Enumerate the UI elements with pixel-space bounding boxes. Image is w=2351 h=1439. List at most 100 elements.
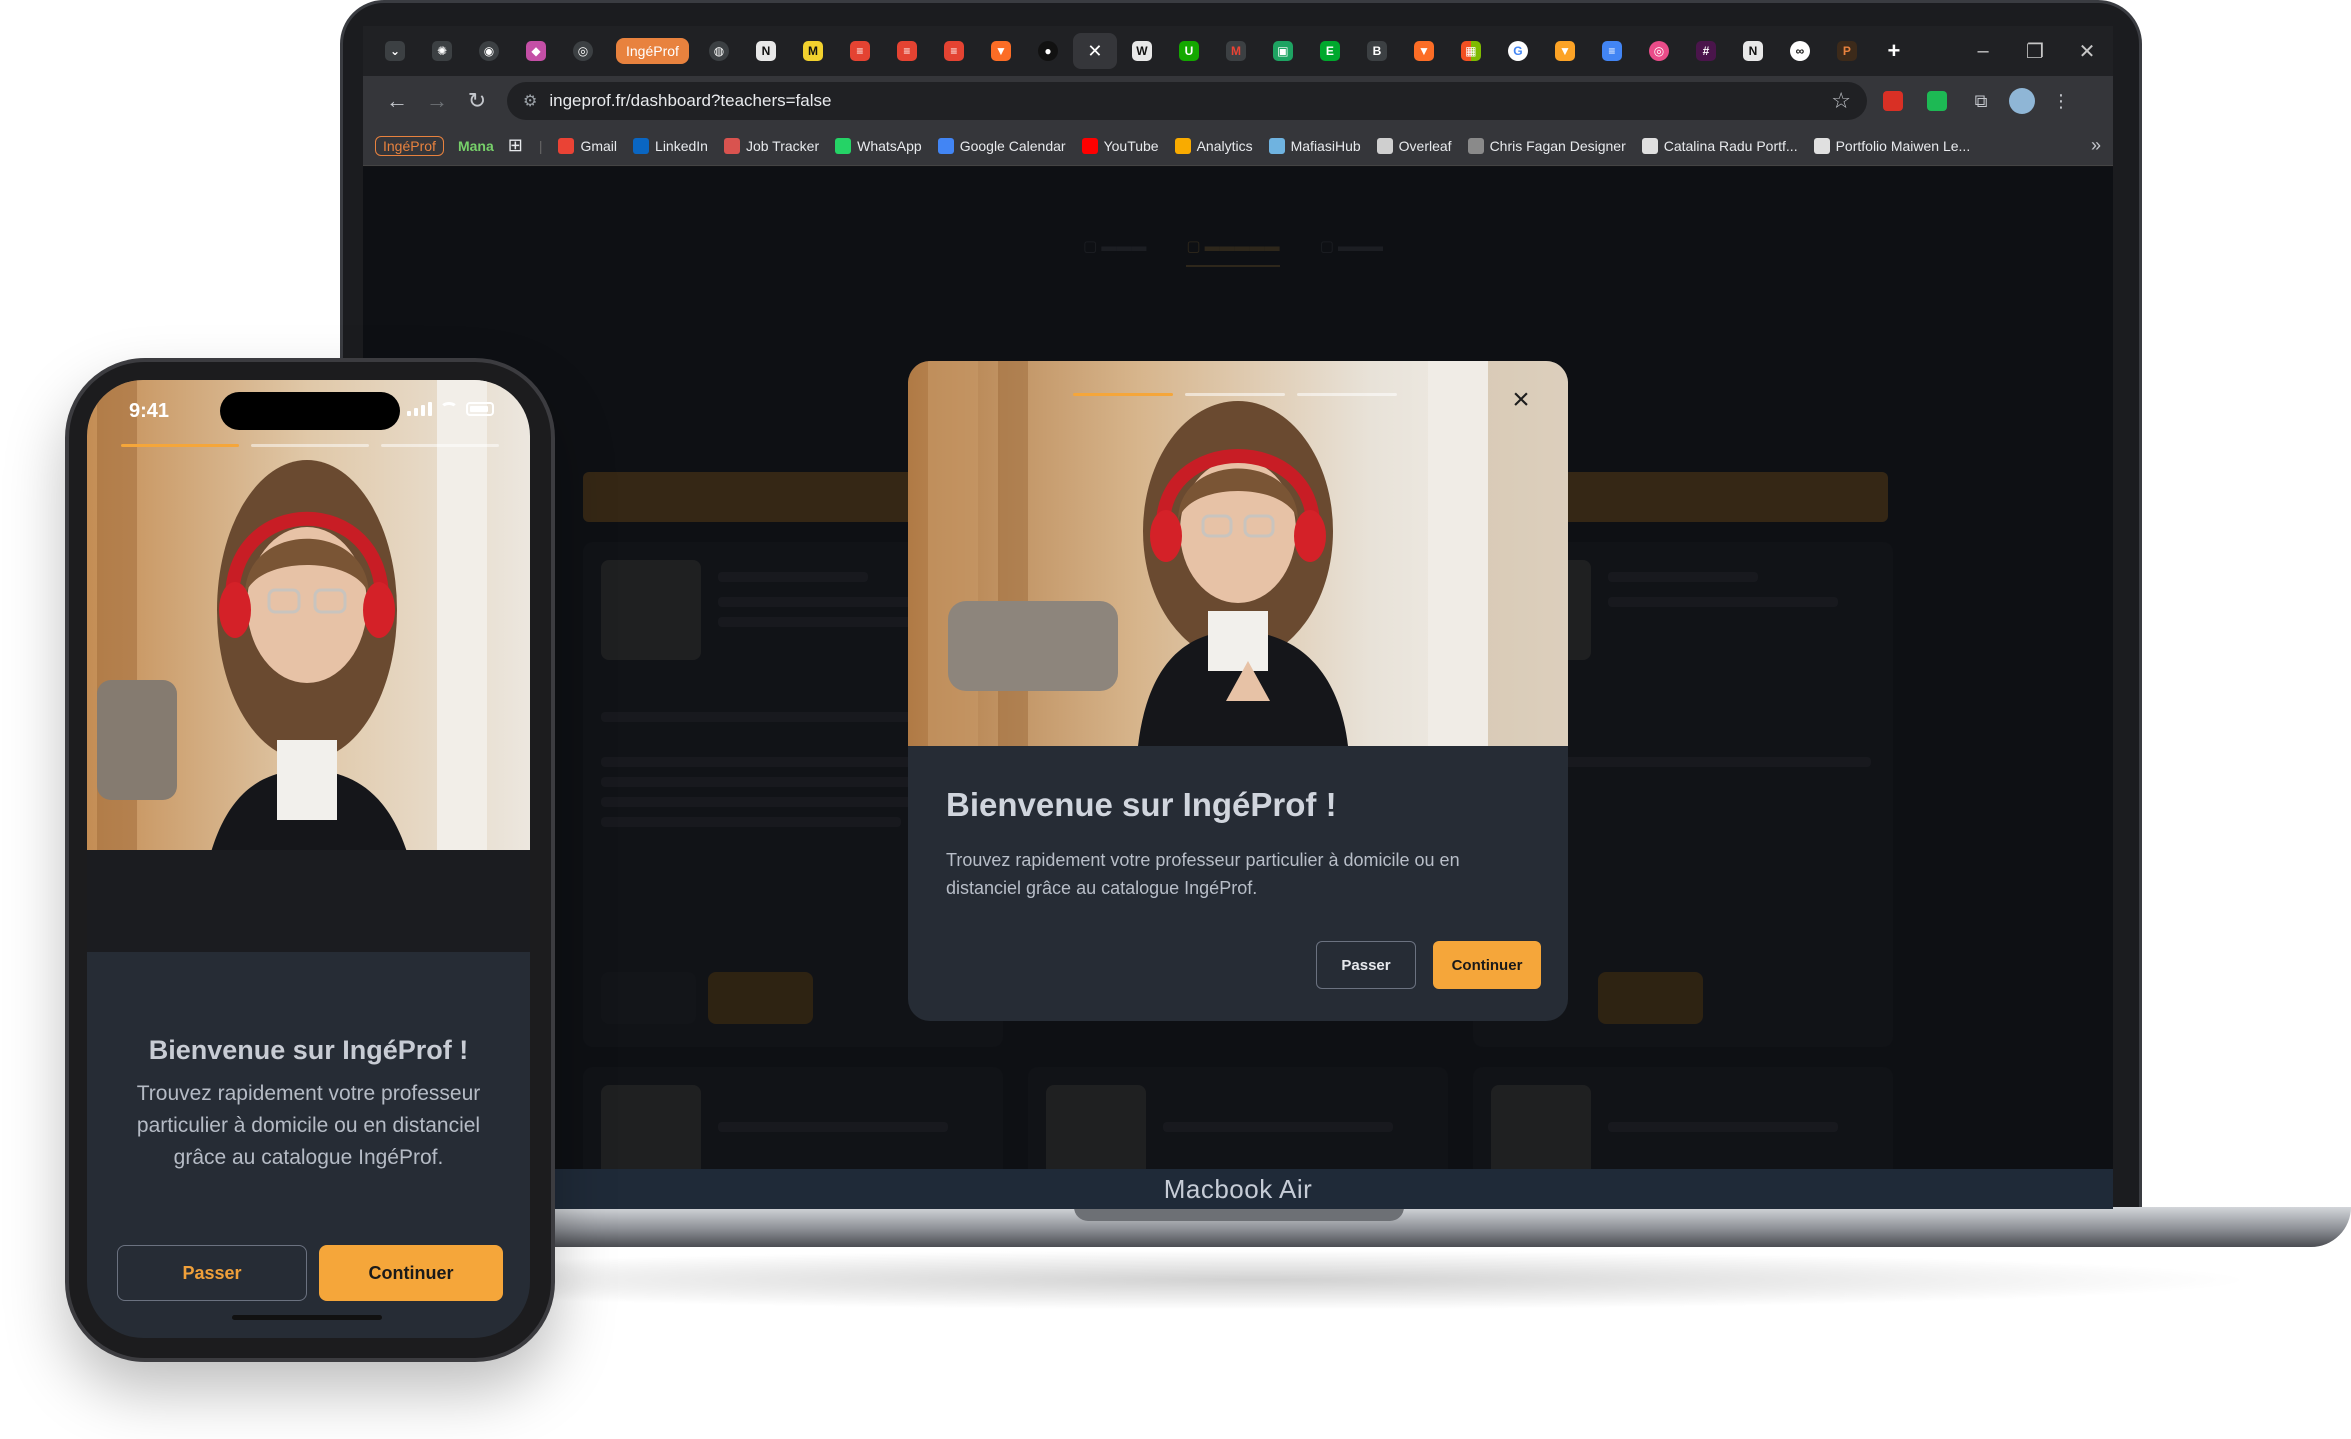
letter-icon: B: [1366, 41, 1387, 61]
tab-todoist-2[interactable]: ≡: [885, 33, 929, 69]
bookmark-favicon-icon: [1174, 137, 1191, 154]
plus-icon: +: [1887, 38, 1901, 63]
bookmark-item[interactable]: Catalina Radu Portf...: [1641, 137, 1798, 154]
tab-dribbble[interactable]: ◎: [1637, 33, 1681, 69]
extension-button-2[interactable]: [1919, 83, 1955, 119]
bookmark-favicon-icon: [937, 137, 954, 154]
dynamic-island: [220, 392, 400, 430]
tab-notion[interactable]: N: [744, 33, 788, 69]
tab-wikipedia[interactable]: W: [1120, 33, 1164, 69]
close-icon[interactable]: ✕: [1085, 41, 1105, 61]
bookmark-label: Gmail: [580, 137, 618, 154]
bookmark-item[interactable]: Portfolio Maiwen Le...: [1813, 137, 1971, 154]
bookmark-item[interactable]: WhatsApp: [835, 137, 922, 154]
bookmark-separator: |: [538, 137, 543, 154]
mobile-skip-button[interactable]: Passer: [117, 1245, 307, 1301]
new-tab-button[interactable]: +: [1872, 33, 1916, 69]
tab-docs[interactable]: ≡: [1590, 33, 1634, 69]
bookmark-item[interactable]: Gmail: [558, 137, 618, 154]
address-bar[interactable]: ⚙ ingeprof.fr/dashboard?teachers=false ☆: [507, 82, 1867, 120]
bookmark-label: Job Tracker: [745, 137, 820, 154]
back-button[interactable]: ←: [377, 88, 417, 114]
tab-gmail[interactable]: M: [1214, 33, 1258, 69]
bookmark-item[interactable]: YouTube: [1081, 137, 1159, 154]
wikipedia-icon: W: [1131, 41, 1152, 61]
hero-illustration: [908, 361, 1568, 746]
signal-icon: [407, 402, 432, 416]
bookmark-ingeprof[interactable]: IngéProf: [375, 135, 444, 156]
bookmark-item[interactable]: Google Calendar: [937, 137, 1066, 154]
gitlab-icon: ▼: [990, 41, 1011, 61]
bookmark-item[interactable]: MafiasiHub: [1268, 137, 1361, 154]
mockup-stage: Macbook Air ⌄ ✺ ◉ ◆ ◎ IngéProf ◍ N M ≡ ≡…: [0, 0, 2351, 1439]
puzzle-icon: ⧉: [1974, 90, 1988, 111]
tab-p[interactable]: P: [1825, 33, 1869, 69]
tab-evernote[interactable]: E: [1308, 33, 1352, 69]
extensions-button[interactable]: ⧉: [1963, 83, 1999, 119]
bookmark-item[interactable]: Overleaf: [1376, 137, 1452, 154]
tab-oo[interactable]: ∞: [1778, 33, 1822, 69]
tab-upwork[interactable]: U: [1167, 33, 1211, 69]
bookmark-favicon-icon: [558, 137, 575, 154]
tab-pinned-1[interactable]: ✺: [420, 33, 464, 69]
tab-microsoft[interactable]: ▦: [1449, 33, 1493, 69]
chevron-down-icon: ⌄: [385, 41, 405, 61]
tab-gitlab-1[interactable]: ▼: [979, 33, 1023, 69]
bookmark-item[interactable]: Analytics: [1174, 137, 1253, 154]
mobile-continue-button[interactable]: Continuer: [319, 1245, 503, 1301]
bookmark-label: Portfolio Maiwen Le...: [1835, 137, 1971, 154]
minimize-button[interactable]: –: [1957, 40, 2009, 63]
bookmark-item[interactable]: Job Tracker: [723, 137, 820, 154]
tab-slack[interactable]: #: [1684, 33, 1728, 69]
browser-menu-button[interactable]: ⋮: [2043, 83, 2079, 119]
bookmark-star-icon[interactable]: ☆: [1831, 88, 1851, 114]
tab-todoist-3[interactable]: ≡: [932, 33, 976, 69]
tab-current[interactable]: ✕: [1072, 33, 1117, 69]
tab-b[interactable]: B: [1355, 33, 1399, 69]
tab-miro[interactable]: M: [791, 33, 835, 69]
bookmark-mana[interactable]: Mana: [458, 138, 494, 154]
more-bookmarks-icon[interactable]: »: [2091, 135, 2101, 156]
tab-pinned-4[interactable]: ◎: [561, 33, 605, 69]
tab-gitlab-3[interactable]: ▼: [1543, 33, 1587, 69]
bookmark-label: MafiasiHub: [1290, 137, 1361, 154]
close-window-button[interactable]: ✕: [2061, 39, 2113, 64]
bookmarks-bar: IngéProf Mana ⊞ | Gmail LinkedIn Job Track…: [363, 126, 2113, 166]
bookmark-item[interactable]: Chris Fagan Designer: [1467, 137, 1626, 154]
home-indicator[interactable]: [232, 1315, 382, 1320]
progress-step: [1185, 393, 1285, 396]
tab-pinned-3[interactable]: ◆: [514, 33, 558, 69]
url-text[interactable]: ingeprof.fr/dashboard?teachers=false: [549, 91, 1831, 111]
tab-ingeprof[interactable]: IngéProf: [616, 38, 689, 64]
bookmark-favicon-icon: [1376, 137, 1393, 154]
restore-button[interactable]: ❐: [2009, 39, 2061, 64]
continue-button[interactable]: Continuer: [1433, 941, 1541, 989]
tab-gitlab-2[interactable]: ▼: [1402, 33, 1446, 69]
onboarding-progress: [1073, 393, 1397, 396]
tab-dark[interactable]: ●: [1026, 33, 1070, 69]
reload-button[interactable]: ↻: [457, 88, 497, 114]
tab-notion-2[interactable]: N: [1731, 33, 1775, 69]
tab-chat[interactable]: ▣: [1261, 33, 1305, 69]
tab-pinned-2[interactable]: ◉: [467, 33, 511, 69]
bookmark-label: WhatsApp: [857, 137, 922, 154]
tab-web[interactable]: ◍: [697, 33, 741, 69]
bookmark-favicon-icon: [1467, 137, 1484, 154]
record-icon: ◉: [479, 41, 499, 61]
skip-button[interactable]: Passer: [1316, 941, 1416, 989]
tab-search-button[interactable]: ⌄: [373, 33, 417, 69]
close-icon[interactable]: ×: [1504, 383, 1538, 417]
extension-button-1[interactable]: [1875, 83, 1911, 119]
gitlab-icon: ▼: [1413, 41, 1434, 61]
tab-google[interactable]: G: [1496, 33, 1540, 69]
battery-icon: [466, 402, 494, 416]
profile-avatar[interactable]: [2009, 88, 2035, 114]
site-info-icon[interactable]: ⚙: [523, 91, 537, 111]
bookmark-item[interactable]: LinkedIn: [633, 137, 708, 154]
device-label: Macbook Air: [1163, 1173, 1313, 1204]
tab-todoist-1[interactable]: ≡: [838, 33, 882, 69]
forward-button[interactable]: →: [417, 88, 457, 114]
openai-icon: ✺: [432, 41, 452, 61]
apps-grid-icon[interactable]: ⊞: [508, 135, 523, 156]
bookmark-list: Gmail LinkedIn Job Tracker WhatsApp Google C…: [558, 137, 1986, 154]
